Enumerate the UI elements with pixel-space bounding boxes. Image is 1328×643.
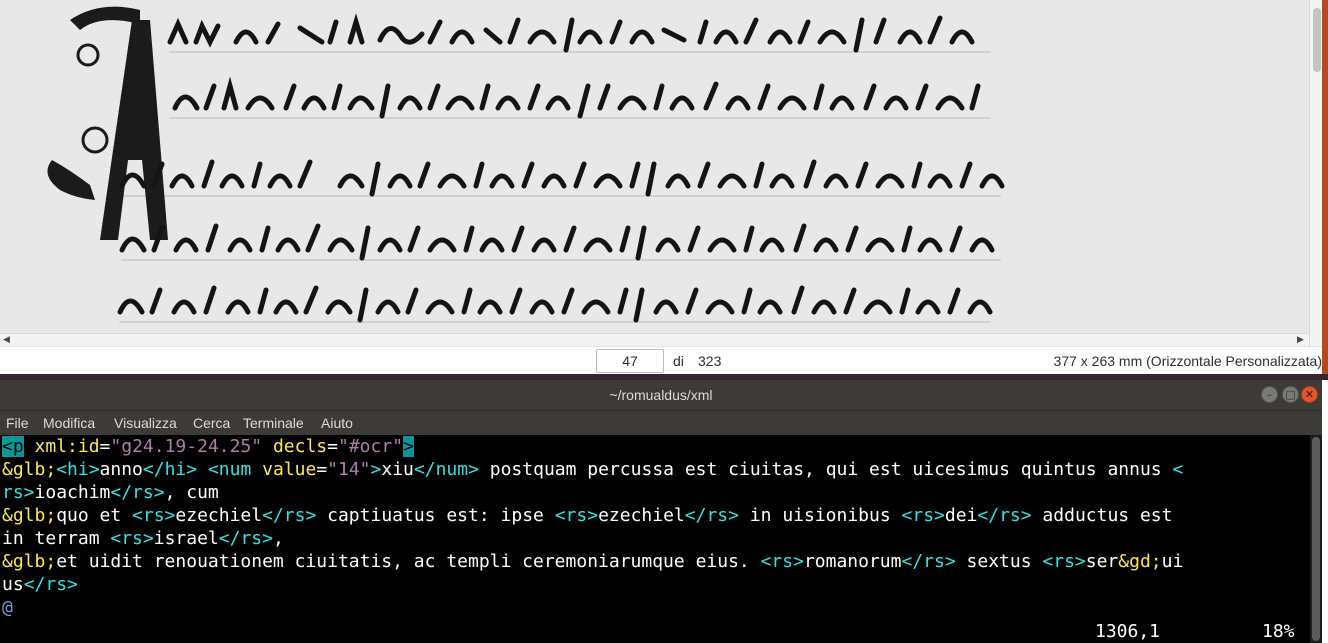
code-line: @ (2, 596, 13, 619)
code-text: romanorum (803, 551, 902, 572)
menu-modifica[interactable]: Modifica (43, 415, 95, 431)
code-text: israel (153, 528, 219, 549)
code-line: &glb;et uidit renouationem ciuitatis, ac… (2, 550, 1183, 573)
code-text: postquam percussa est ciuitas, qui est u… (478, 459, 1173, 480)
total-pages: 323 (698, 353, 722, 369)
code-tag: </hi> (142, 459, 198, 480)
code-entity: &glb; (2, 505, 57, 526)
menu-aiuto[interactable]: Aiuto (321, 415, 353, 431)
document-viewer: ◀ ▶ 47 di 323 377 x 263 mm (Orizzontale … (0, 0, 1328, 378)
code-attribute: decls (262, 436, 328, 457)
code-tag: <rs> (760, 551, 804, 572)
tag-open-highlight: <p (2, 436, 24, 457)
menu-file[interactable]: File (6, 415, 29, 431)
code-equals: = (327, 436, 338, 457)
code-text: in uisionibus (738, 505, 902, 526)
code-tag: </rs> (977, 505, 1032, 526)
window-title: ~/romualdus/xml (609, 387, 713, 403)
code-tag: <rs> (901, 505, 945, 526)
code-text: anno (99, 459, 143, 480)
code-attribute: value (251, 459, 317, 480)
code-attribute: xml:id (23, 436, 100, 457)
code-tag: < (1172, 459, 1184, 480)
code-text: , cum (164, 482, 219, 503)
close-icon[interactable]: ✕ (1301, 386, 1318, 403)
code-tag: <rs> (132, 505, 176, 526)
tag-close-highlight: > (403, 436, 414, 457)
code-text: adductus est (1031, 505, 1173, 526)
menu-terminale[interactable]: Terminale (243, 415, 304, 431)
code-tag: </num> (413, 459, 479, 480)
terminal-window: ~/romualdus/xml – □ ✕ File Modifica Visu… (0, 380, 1322, 643)
code-text: ezechiel (175, 505, 263, 526)
code-tag: <rs> (554, 505, 599, 526)
code-text: et uidit renouationem ciuitatis, ac temp… (56, 551, 761, 572)
cursor-position: 1306,1 (1095, 621, 1161, 642)
menu-cerca[interactable]: Cerca (193, 415, 230, 431)
code-text: in terram (2, 528, 111, 549)
code-line: in terram <rs>israel</rs>, (2, 527, 284, 550)
code-text: us (2, 574, 24, 595)
code-line: &glb;<hi>anno</hi> <num value="14">xiu</… (2, 458, 1183, 481)
code-equals: = (99, 436, 111, 457)
code-line: rs>ioachim</rs>, cum (2, 481, 219, 504)
minimize-icon[interactable]: – (1261, 386, 1278, 403)
code-tag: </rs> (110, 482, 165, 503)
code-equals: = (316, 459, 328, 480)
viewer-status-bar: 47 di 323 377 x 263 mm (Orizzontale Pers… (0, 346, 1328, 376)
code-text: ezechiel (598, 505, 685, 526)
manuscript-image (0, 0, 1309, 333)
code-text: quo et (56, 505, 133, 526)
code-tag: </rs> (901, 551, 956, 572)
code-line: us</rs> (2, 573, 78, 596)
menu-visualizza[interactable]: Visualizza (114, 415, 177, 431)
scrollbar-thumb[interactable] (1313, 8, 1321, 72)
maximize-icon[interactable]: □ (1282, 386, 1299, 403)
cursor-line-marker: @ (2, 597, 13, 618)
code-entity: &glb; (2, 459, 57, 480)
desktop-background (1322, 0, 1328, 378)
menu-bar: File Modifica Visualizza Cerca Terminale… (0, 410, 1322, 435)
code-text: ser (1085, 551, 1119, 572)
code-string: "g24.19-24.25" (110, 436, 263, 457)
code-text: captiuatus est: ipse (316, 505, 555, 526)
code-tag: rs> (2, 482, 35, 503)
code-tag: <rs> (1042, 551, 1086, 572)
code-tag: </rs> (23, 574, 78, 595)
code-tag: <hi> (56, 459, 100, 480)
code-tag: > (370, 459, 382, 480)
code-entity: &gd; (1118, 551, 1162, 572)
code-tag: </rs> (684, 505, 739, 526)
scroll-percent: 18% (1262, 621, 1295, 642)
code-tag: </rs> (218, 528, 273, 549)
code-entity: &glb; (2, 551, 57, 572)
code-line: <p xml:id="g24.19-24.25" decls="#ocr"> (2, 435, 414, 458)
code-text: dei (944, 505, 978, 526)
terminal-titlebar[interactable]: ~/romualdus/xml – □ ✕ (0, 380, 1322, 410)
code-tag: </rs> (262, 505, 317, 526)
code-text: sextus (955, 551, 1043, 572)
horizontal-scrollbar[interactable]: ◀ ▶ (0, 333, 1309, 346)
code-text: ioachim (34, 482, 111, 503)
terminal-scrollbar[interactable] (1310, 435, 1322, 643)
document-size: 377 x 263 mm (Orizzontale Personalizzata… (1053, 353, 1322, 369)
code-string: "#ocr" (337, 436, 404, 457)
page-of-label: di (673, 353, 684, 369)
code-text: ui (1161, 551, 1184, 572)
code-tag: <rs> (110, 528, 154, 549)
page-number-input[interactable]: 47 (596, 349, 664, 373)
manuscript-page-scan (0, 0, 1309, 333)
editor-text-area[interactable]: <p xml:id="g24.19-24.25" decls="#ocr"> &… (0, 435, 1310, 643)
code-string: "14" (327, 459, 371, 480)
scrollbar-thumb[interactable] (1312, 437, 1320, 641)
code-text: , (272, 528, 284, 549)
code-line: &glb;quo et <rs>ezechiel</rs> captiuatus… (2, 504, 1172, 527)
code-text: xiu (381, 459, 414, 480)
code-tag: <num (207, 459, 252, 480)
